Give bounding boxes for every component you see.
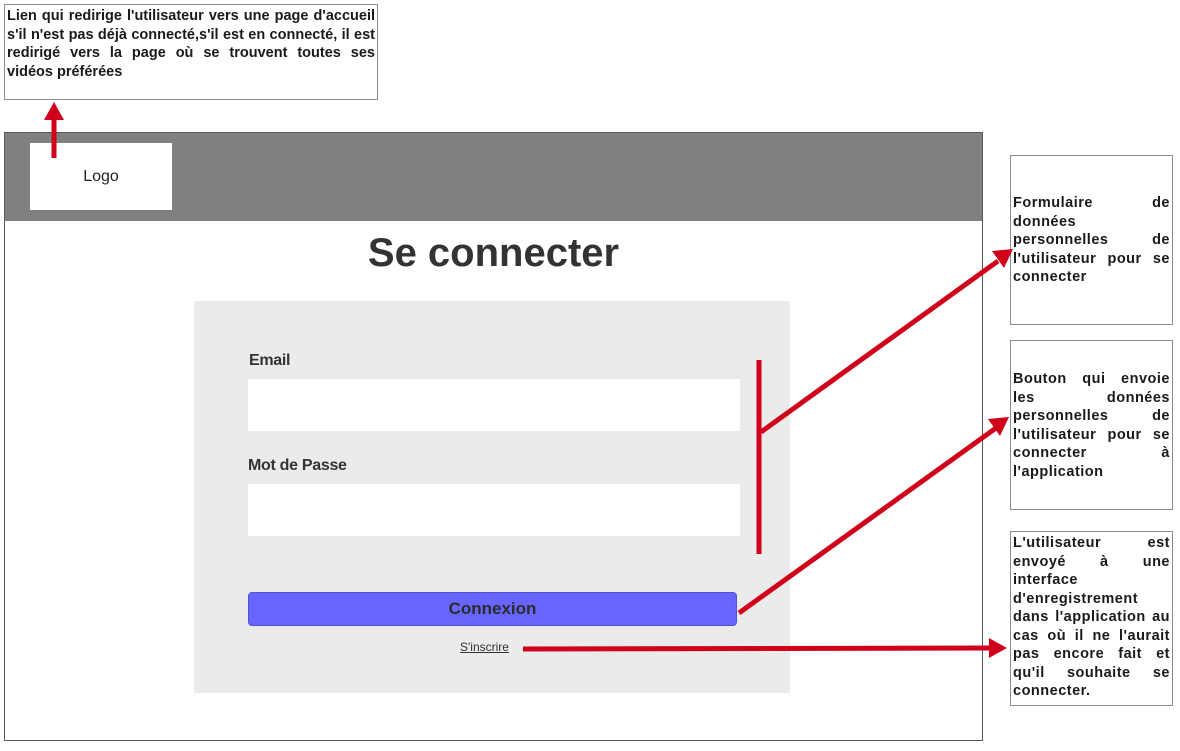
email-label: Email [249,352,291,369]
register-arrow-head [989,638,1007,658]
logo-label: Logo [83,167,119,185]
button-annotation-text: Bouton qui envoie les données personnell… [1013,371,1170,480]
connexion-button-label: Connexion [448,599,537,618]
button-annotation: Bouton qui envoie les données personnell… [1010,340,1173,510]
register-annotation-text: L'utilisateur est envoyé à une interface… [1013,535,1170,699]
register-annotation: L'utilisateur est envoyé à une interface… [1010,531,1173,706]
connexion-button[interactable]: Connexion [248,592,737,626]
register-link[interactable]: S'inscrire [460,640,509,654]
password-label: Mot de Passe [248,457,347,474]
login-page-mockup: Logo Se connecter Email Mot de Passe Con… [4,132,983,741]
password-field[interactable] [248,484,740,536]
logo-arrow-head [44,102,64,120]
page-title: Se connecter [367,231,620,275]
header-bar: Logo [5,133,982,221]
form-annotation-text: Formulaire de données personnelles de l'… [1013,195,1170,285]
logo-annotation: Lien qui redirige l'utilisateur vers une… [4,4,378,100]
login-form: Email Mot de Passe Connexion S'inscrire [194,301,790,693]
email-field[interactable] [248,379,740,431]
logo-annotation-text: Lien qui redirige l'utilisateur vers une… [7,8,375,80]
logo[interactable]: Logo [30,143,172,210]
form-annotation: Formulaire de données personnelles de l'… [1010,155,1173,325]
button-arrow-head [988,417,1009,436]
